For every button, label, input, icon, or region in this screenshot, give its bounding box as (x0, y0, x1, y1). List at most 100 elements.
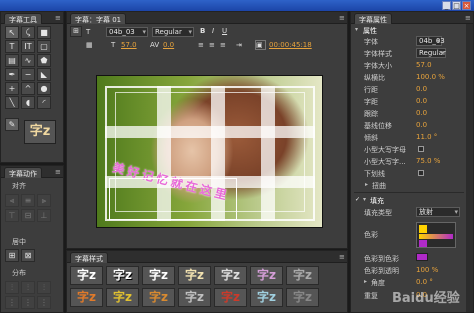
center-horizontal-icon[interactable]: ⊠ (21, 249, 35, 262)
font-style-field[interactable]: Regular (416, 48, 446, 58)
angle-expand-icon[interactable]: ▸ (364, 278, 367, 285)
type-tool-icon[interactable]: T (5, 40, 19, 53)
clipped-corner-tool-icon[interactable]: ⬟ (37, 54, 51, 67)
tab-title-actions[interactable]: 字幕动作 (4, 167, 42, 178)
wedge-tool-icon[interactable]: ◣ (37, 68, 51, 81)
color-stop-swatch[interactable] (416, 253, 428, 261)
section-attributes[interactable]: 属性 (363, 26, 377, 36)
distort-expand-icon[interactable]: ▸ (365, 181, 368, 188)
area-type-tool-icon[interactable]: ▤ (5, 54, 19, 67)
gradient-stop-top[interactable] (419, 225, 427, 233)
bold-button[interactable]: B (200, 27, 205, 37)
style-swatch[interactable]: 字z (178, 288, 211, 307)
font-dropdown[interactable]: 04b_03 (106, 27, 148, 37)
underline-checkbox[interactable] (418, 170, 424, 176)
aspect-field[interactable]: 100.0 % (416, 73, 445, 81)
align-middle-icon[interactable]: ⊟ (21, 209, 35, 222)
templates-icon[interactable]: ▦ (86, 41, 93, 51)
attributes-expand-icon[interactable]: ▾ (355, 26, 358, 33)
ellipse-tool-icon[interactable]: ● (37, 82, 51, 95)
close-button[interactable]: × (462, 1, 471, 10)
path-type-tool-icon[interactable]: ∿ (21, 54, 35, 67)
align-center-icon[interactable]: ≡ (21, 194, 35, 207)
style-swatch[interactable]: 字z (70, 288, 103, 307)
distribute-left-icon[interactable]: ⫶ (5, 281, 19, 294)
line-tool-icon[interactable]: ╲ (5, 96, 19, 109)
text-bounding-box[interactable] (109, 178, 237, 220)
color-opacity-field[interactable]: 100 % (416, 266, 438, 274)
smallcaps-checkbox[interactable] (418, 146, 424, 152)
rounded-rect-tool-icon[interactable]: ▢ (37, 40, 51, 53)
kerning-value[interactable]: 0.0 (163, 41, 174, 49)
center-vertical-icon[interactable]: ⊞ (5, 249, 19, 262)
arc-tool-icon[interactable]: ◜ (37, 96, 51, 109)
distribute-center-icon[interactable]: ⫶ (21, 281, 35, 294)
style-swatch[interactable]: 字z (214, 288, 247, 307)
new-title-icon[interactable]: ⊞ (70, 26, 82, 37)
panel-menu-icon[interactable]: ≡ (55, 168, 63, 176)
tab-title-tools[interactable]: 字幕工具 (4, 13, 42, 24)
panel-menu-icon[interactable]: ≡ (339, 253, 347, 261)
style-swatch[interactable]: 字z (286, 266, 319, 285)
align-top-icon[interactable]: ⊤ (5, 209, 19, 222)
properties-scrollbar[interactable] (466, 24, 473, 312)
style-swatch[interactable]: 字z (106, 288, 139, 307)
style-swatch[interactable]: 字z (286, 288, 319, 307)
rectangle-tool-icon[interactable]: ■ (37, 26, 51, 39)
rotate-tool-icon[interactable]: ⤹ (21, 26, 35, 39)
distribute-bottom-icon[interactable]: ⋮ (37, 296, 51, 309)
font-style-dropdown[interactable]: Regular (152, 27, 194, 37)
vertical-type-tool-icon[interactable]: IT (21, 40, 35, 53)
pen-anchor-tool-icon[interactable]: ✎ (5, 118, 19, 131)
tab-title-styles[interactable]: 字幕样式 (70, 252, 108, 263)
baseline-field[interactable]: 0.0 (416, 121, 427, 129)
align-center-text-icon[interactable]: ≡ (209, 41, 215, 51)
style-swatch[interactable]: 字z (142, 266, 175, 285)
style-swatch[interactable]: 字z (178, 266, 211, 285)
smallcaps-size-field[interactable]: 75.0 % (416, 157, 440, 165)
italic-button[interactable]: I (212, 27, 214, 37)
delete-anchor-icon[interactable]: − (21, 68, 35, 81)
pen-tool-icon[interactable]: ✒ (5, 68, 19, 81)
align-right-icon[interactable]: ⫸ (37, 194, 51, 207)
panel-menu-icon[interactable]: ≡ (339, 14, 347, 22)
minimize-button[interactable]: _ (442, 1, 451, 10)
title-canvas[interactable]: 美好记忆就在这里 (96, 75, 323, 228)
align-right-text-icon[interactable]: ≡ (220, 41, 226, 51)
tab-stops-icon[interactable]: ⇥ (236, 41, 242, 51)
font-size-value[interactable]: 57.0 (121, 41, 137, 49)
tab-title-01[interactable]: 字幕：字幕 01 (70, 13, 127, 24)
align-bottom-icon[interactable]: ⊥ (37, 209, 51, 222)
style-swatch[interactable]: 字z (106, 266, 139, 285)
distribute-middle-icon[interactable]: ⋮ (21, 296, 35, 309)
style-swatch[interactable]: 字z (250, 266, 283, 285)
add-anchor-icon[interactable]: + (5, 82, 19, 95)
fill-checkmark-icon[interactable]: ✓ (355, 196, 360, 203)
tab-title-properties[interactable]: 字幕属性 (354, 13, 392, 24)
panel-menu-icon[interactable]: ≡ (55, 14, 63, 22)
fill-expand-icon[interactable]: ▾ (363, 196, 366, 203)
distort-label[interactable]: 扭曲 (372, 181, 386, 191)
tracking-field[interactable]: 0.0 (416, 109, 427, 117)
maximize-button[interactable]: □ (452, 1, 461, 10)
round-corner-tool-icon[interactable]: ◖ (21, 96, 35, 109)
style-swatch[interactable]: 字z (142, 288, 175, 307)
style-swatch[interactable]: 字z (70, 266, 103, 285)
roll-crawl-icon[interactable]: T (86, 28, 90, 38)
style-swatch[interactable]: 字z (214, 266, 247, 285)
kerning-field[interactable]: 0.0 (416, 97, 427, 105)
font-size-field[interactable]: 57.0 (416, 61, 432, 69)
angle-field[interactable]: 0.0 ° (416, 278, 433, 286)
distribute-right-icon[interactable]: ⫶ (37, 281, 51, 294)
panel-menu-icon[interactable]: ≡ (465, 14, 473, 22)
fill-section-label[interactable]: 填充 (370, 196, 384, 206)
leading-field[interactable]: 0.0 (416, 85, 427, 93)
align-left-text-icon[interactable]: ≡ (198, 41, 204, 51)
slant-field[interactable]: 11.0 ° (416, 133, 437, 141)
gradient-ramp[interactable] (416, 222, 456, 248)
timecode-value[interactable]: 00:00:45:18 (269, 41, 312, 49)
selection-tool-icon[interactable]: ↖ (5, 26, 19, 39)
background-video-icon[interactable]: ▣ (255, 40, 266, 50)
gradient-stop-bottom[interactable] (419, 240, 427, 247)
fill-type-field[interactable]: 放射 (416, 207, 460, 217)
